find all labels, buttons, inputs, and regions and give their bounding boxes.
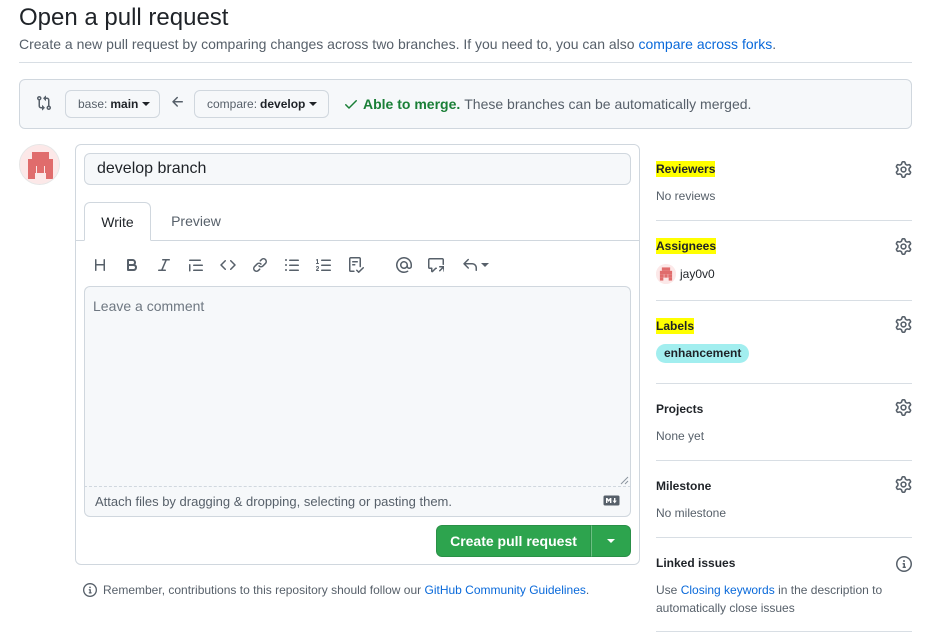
reviewers-gear-icon[interactable] <box>895 161 912 178</box>
sidebar-divider <box>656 460 912 461</box>
assignees-gear-icon[interactable] <box>895 238 912 255</box>
reviewers-value: No reviews <box>656 189 716 203</box>
projects-value: None yet <box>656 429 705 443</box>
subtitle-text: Create a new pull request by comparing c… <box>19 36 635 52</box>
sidebar-divider <box>656 383 912 384</box>
chevron-down-icon <box>607 539 615 543</box>
compare-value: develop <box>260 97 306 111</box>
code-icon[interactable] <box>218 256 238 274</box>
milestone-gear-icon[interactable] <box>895 476 912 493</box>
assignee-avatar <box>656 264 676 284</box>
sidebar-divider <box>656 631 912 632</box>
linked-issues-prefix: Use <box>656 583 678 597</box>
arrow-left-icon <box>172 96 183 107</box>
compare-label: compare: <box>207 97 258 111</box>
bold-icon[interactable] <box>122 256 142 274</box>
assignee-item[interactable]: jay0v0 <box>656 264 715 284</box>
info-icon[interactable] <box>896 556 912 572</box>
attach-files-text: Attach files by dragging & dropping, sel… <box>95 494 452 509</box>
linked-issues-suffix: in the description to <box>778 583 883 597</box>
linked-issues-heading: Linked issues <box>656 556 736 570</box>
compare-forks-link[interactable]: compare across forks <box>638 36 772 52</box>
ordered-list-icon[interactable] <box>314 256 334 274</box>
note-text: Remember, contributions to this reposito… <box>103 583 422 597</box>
identicon-icon <box>20 145 59 184</box>
assignee-name: jay0v0 <box>680 267 715 281</box>
quote-icon[interactable] <box>186 256 206 274</box>
tab-write[interactable]: Write <box>84 202 151 241</box>
labels-gear-icon[interactable] <box>895 316 912 333</box>
task-list-icon[interactable] <box>346 256 366 274</box>
subtitle-period: . <box>772 36 777 52</box>
closing-keywords-link[interactable]: Closing keywords <box>681 583 775 597</box>
linked-issues-line2: automatically close issues <box>656 601 795 615</box>
git-compare-icon <box>37 95 52 111</box>
base-value: main <box>110 97 139 111</box>
markdown-icon <box>603 495 620 506</box>
milestone-heading[interactable]: Milestone <box>656 479 711 493</box>
contribution-note: Remember, contributions to this reposito… <box>83 583 589 597</box>
community-guidelines-link[interactable]: GitHub Community Guidelines <box>425 583 586 597</box>
compare-branch-select[interactable]: compare: develop <box>194 90 329 118</box>
identicon-icon <box>656 264 676 284</box>
labels-heading[interactable]: Labels <box>656 318 695 334</box>
linked-issues-text: Use Closing keywords in the description … <box>656 583 882 597</box>
unordered-list-icon[interactable] <box>282 256 302 274</box>
link-icon[interactable] <box>250 256 270 274</box>
resize-handle-icon[interactable] <box>619 475 629 485</box>
tab-preview[interactable]: Preview <box>160 202 232 241</box>
reference-icon[interactable] <box>426 256 446 274</box>
projects-gear-icon[interactable] <box>895 399 912 416</box>
reply-icon[interactable] <box>460 256 490 274</box>
create-pull-request-button[interactable]: Create pull request <box>436 525 591 557</box>
reviewers-heading-text: Reviewers <box>656 161 716 177</box>
heading-icon[interactable] <box>90 256 110 274</box>
sidebar-divider <box>656 537 912 538</box>
check-icon <box>345 100 357 109</box>
chevron-down-icon <box>309 102 318 106</box>
sidebar-divider <box>656 300 912 301</box>
chevron-down-icon <box>480 263 489 267</box>
info-icon <box>83 583 97 597</box>
base-branch-select[interactable]: base: main <box>65 90 160 118</box>
merge-description: These branches can be automatically merg… <box>464 96 752 112</box>
page-subtitle: Create a new pull request by comparing c… <box>19 36 776 52</box>
labels-heading-text: Labels <box>656 318 695 334</box>
projects-heading[interactable]: Projects <box>656 402 703 416</box>
italic-icon[interactable] <box>154 256 174 274</box>
label-badge[interactable]: enhancement <box>656 344 750 363</box>
merge-status: Able to merge. These branches can be aut… <box>343 96 751 112</box>
pr-title-input[interactable]: develop branch <box>84 153 631 185</box>
avatar[interactable] <box>19 144 60 185</box>
comment-placeholder: Leave a comment <box>93 298 205 314</box>
sidebar-divider <box>656 220 912 221</box>
chevron-down-icon <box>142 102 151 106</box>
assignees-heading-text: Assignees <box>656 238 717 254</box>
comment-textarea[interactable] <box>84 286 631 486</box>
header-divider <box>19 62 912 63</box>
reviewers-heading[interactable]: Reviewers <box>656 161 716 177</box>
merge-ok-text: Able to merge. <box>363 96 461 112</box>
note-period: . <box>585 583 590 597</box>
mention-icon[interactable] <box>394 256 414 274</box>
page-title: Open a pull request <box>19 4 229 31</box>
milestone-value: No milestone <box>656 506 727 520</box>
create-options-dropdown[interactable] <box>591 525 631 557</box>
assignees-heading[interactable]: Assignees <box>656 238 717 254</box>
base-label: base: <box>78 97 108 111</box>
